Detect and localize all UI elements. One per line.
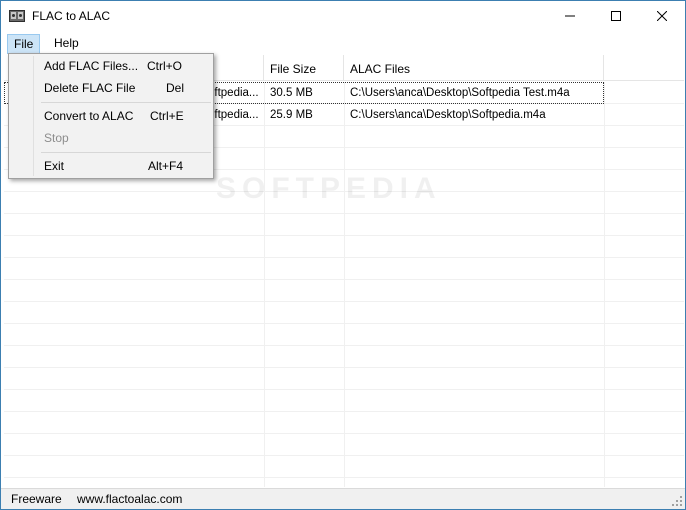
grid-line	[344, 82, 345, 487]
menu-item-label: Stop	[44, 131, 69, 145]
status-bar: Freeware www.flactoalac.com	[1, 488, 685, 509]
menu-item-delete-flac-file[interactable]: Delete FLAC File Del	[11, 77, 211, 99]
cell-alac-file: C:\Users\anca\Desktop\Softpedia Test.m4a	[350, 87, 570, 99]
menu-item-label: Add FLAC Files...	[44, 59, 139, 73]
column-header-file-size[interactable]: File Size	[264, 55, 344, 81]
menu-item-convert-to-alac[interactable]: Convert to ALAC Ctrl+E	[11, 105, 211, 127]
grid-line	[4, 279, 684, 280]
menu-item-shortcut: Ctrl+O	[147, 59, 183, 73]
window-title: FLAC to ALAC	[32, 9, 111, 23]
menu-separator	[41, 152, 211, 153]
close-button[interactable]	[639, 1, 685, 32]
grid-line	[4, 257, 684, 258]
maximize-button[interactable]	[593, 1, 639, 32]
grid-line	[4, 455, 684, 456]
grid-line	[4, 213, 684, 214]
file-dropdown-menu: Add FLAC Files... Ctrl+O Delete FLAC Fil…	[8, 53, 214, 179]
status-website-link[interactable]: www.flactoalac.com	[77, 492, 182, 506]
cell-file-size: 25.9 MB	[270, 109, 313, 121]
app-icon	[9, 9, 25, 23]
resize-grip-icon[interactable]	[671, 495, 683, 507]
menu-item-shortcut: Del	[166, 81, 185, 95]
minimize-icon	[565, 10, 575, 24]
close-icon	[656, 10, 668, 24]
grid-line	[4, 301, 684, 302]
menu-item-exit[interactable]: Exit Alt+F4	[11, 155, 211, 177]
grid-line	[4, 235, 684, 236]
grid-line	[4, 389, 684, 390]
cell-alac-file: C:\Users\anca\Desktop\Softpedia.m4a	[350, 109, 546, 121]
grid-line	[4, 367, 684, 368]
menu-item-label: Delete FLAC File	[44, 81, 136, 95]
menu-item-shortcut: Ctrl+E	[150, 109, 184, 123]
grid-line	[4, 433, 684, 434]
app-window: FLAC to ALAC File Help File Size ALAC Fi…	[0, 0, 686, 510]
grid-line	[4, 345, 684, 346]
column-header-alac-files[interactable]: ALAC Files	[344, 55, 604, 81]
grid-line	[4, 323, 684, 324]
menu-help[interactable]: Help	[48, 34, 85, 54]
cell-file-size: 30.5 MB	[270, 87, 313, 99]
menu-bar: File Help	[1, 32, 685, 54]
menu-separator	[41, 102, 211, 103]
menu-item-add-flac-files[interactable]: Add FLAC Files... Ctrl+O	[11, 55, 211, 77]
grid-line	[264, 82, 265, 487]
watermark: SOFTPEDIA	[216, 172, 442, 205]
menu-item-shortcut: Alt+F4	[148, 159, 184, 173]
status-license: Freeware	[11, 492, 62, 506]
menu-item-label: Exit	[44, 159, 65, 173]
title-bar[interactable]: FLAC to ALAC	[1, 1, 685, 32]
menu-item-stop: Stop	[11, 127, 211, 149]
grid-line	[4, 477, 684, 478]
minimize-button[interactable]	[547, 1, 593, 32]
grid-line	[4, 411, 684, 412]
maximize-icon	[611, 10, 621, 24]
grid-line	[604, 82, 605, 487]
menu-file[interactable]: File	[7, 34, 41, 54]
menu-item-label: Convert to ALAC	[44, 109, 134, 123]
